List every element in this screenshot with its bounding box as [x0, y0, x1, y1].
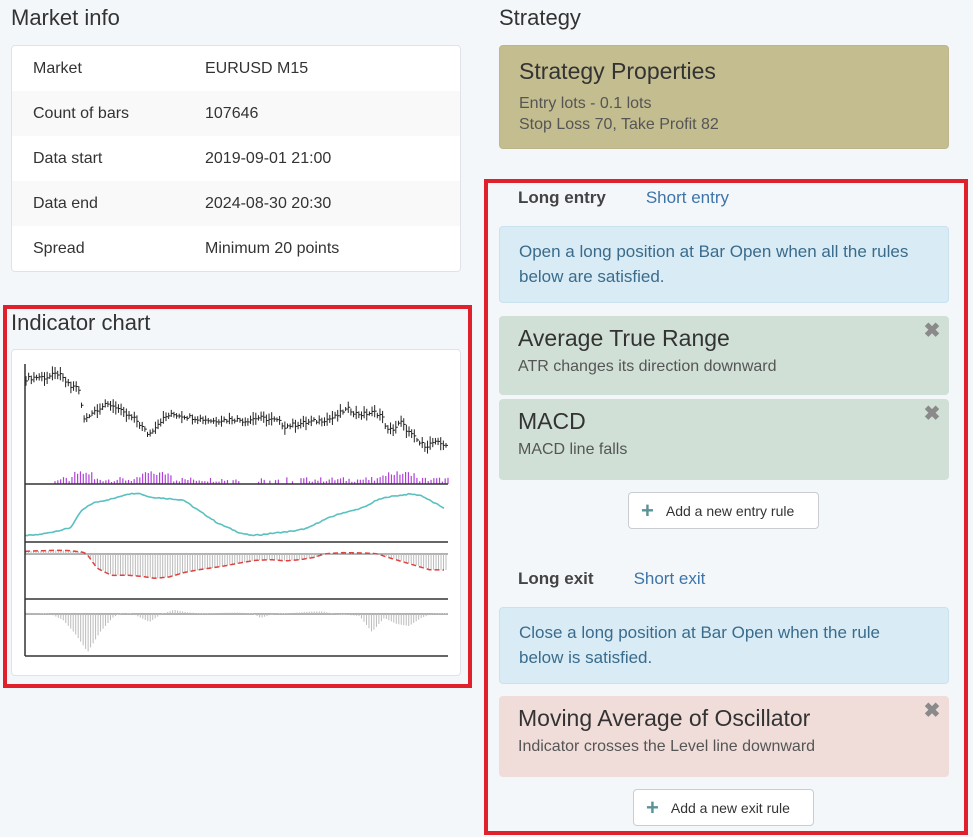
- plus-icon: +: [641, 497, 654, 523]
- spread-value: Minimum 20 points: [205, 239, 340, 257]
- entry-rule-macd[interactable]: MACD MACD line falls ✖: [499, 399, 949, 480]
- market-info-table: Market EURUSD M15 Count of bars 107646 Dat…: [11, 45, 461, 272]
- remove-rule-icon[interactable]: ✖: [923, 701, 941, 721]
- spread-label: Spread: [33, 239, 85, 257]
- rule-description: MACD line falls: [518, 441, 628, 458]
- tab-long-exit[interactable]: Long exit: [518, 569, 594, 589]
- market-row: Market EURUSD M15: [12, 46, 460, 91]
- data-start-row: Data start 2019-09-01 21:00: [12, 136, 460, 181]
- tab-short-exit[interactable]: Short exit: [634, 569, 706, 589]
- plus-icon: +: [646, 794, 659, 820]
- indicator-chart-panel: [11, 349, 461, 676]
- add-exit-rule-button[interactable]: + Add a new exit rule: [633, 789, 814, 826]
- entry-lots-text: Entry lots - 0.1 lots: [519, 95, 652, 112]
- data-end-row: Data end 2024-08-30 20:30: [12, 181, 460, 226]
- tab-long-entry[interactable]: Long entry: [518, 188, 606, 208]
- atr-line: [24, 492, 445, 537]
- strategy-properties-title: Strategy Properties: [519, 58, 716, 84]
- count-of-bars-row: Count of bars 107646: [12, 91, 460, 136]
- entry-info-box: Open a long position at Bar Open when al…: [499, 226, 949, 303]
- rule-title: Average True Range: [518, 325, 730, 351]
- rule-title: MACD: [518, 408, 586, 434]
- stop-loss-take-profit-text: Stop Loss 70, Take Profit 82: [519, 116, 719, 133]
- strategy-title: Strategy: [499, 5, 581, 30]
- add-entry-rule-label: Add a new entry rule: [665, 502, 795, 519]
- rule-title: Moving Average of Oscillator: [518, 705, 811, 731]
- add-exit-rule-label: Add a new exit rule: [670, 799, 790, 816]
- remove-rule-icon[interactable]: ✖: [923, 404, 941, 424]
- exit-tabs: Long exit Short exit: [518, 569, 745, 589]
- exit-info-box: Close a long position at Bar Open when t…: [499, 607, 949, 684]
- add-entry-rule-button[interactable]: + Add a new entry rule: [628, 492, 819, 529]
- rule-description: ATR changes its direction downward: [518, 358, 777, 375]
- tab-short-entry[interactable]: Short entry: [646, 188, 729, 208]
- market-info-title: Market info: [11, 5, 120, 30]
- data-start-label: Data start: [33, 149, 103, 167]
- market-value: EURUSD M15: [205, 59, 309, 77]
- rule-description: Indicator crosses the Level line downwar…: [518, 738, 816, 755]
- indicator-chart-svg: [24, 364, 449, 657]
- remove-rule-icon[interactable]: ✖: [923, 321, 941, 341]
- count-of-bars-label: Count of bars: [33, 104, 130, 122]
- exit-rule-moving-average-of-oscillator[interactable]: Moving Average of Oscillator Indicator c…: [499, 696, 949, 777]
- strategy-properties-card[interactable]: Strategy Properties Entry lots - 0.1 lot…: [499, 45, 949, 149]
- market-label: Market: [33, 59, 82, 77]
- entry-tabs: Long entry Short entry: [518, 188, 769, 208]
- data-end-value: 2024-08-30 20:30: [205, 194, 332, 212]
- indicator-chart-title: Indicator chart: [11, 310, 151, 335]
- data-start-value: 2019-09-01 21:00: [205, 149, 332, 167]
- data-end-label: Data end: [33, 194, 98, 212]
- spread-row: Spread Minimum 20 points: [12, 226, 460, 271]
- entry-rule-atr[interactable]: Average True Range ATR changes its direc…: [499, 316, 949, 395]
- count-of-bars-value: 107646: [205, 104, 259, 122]
